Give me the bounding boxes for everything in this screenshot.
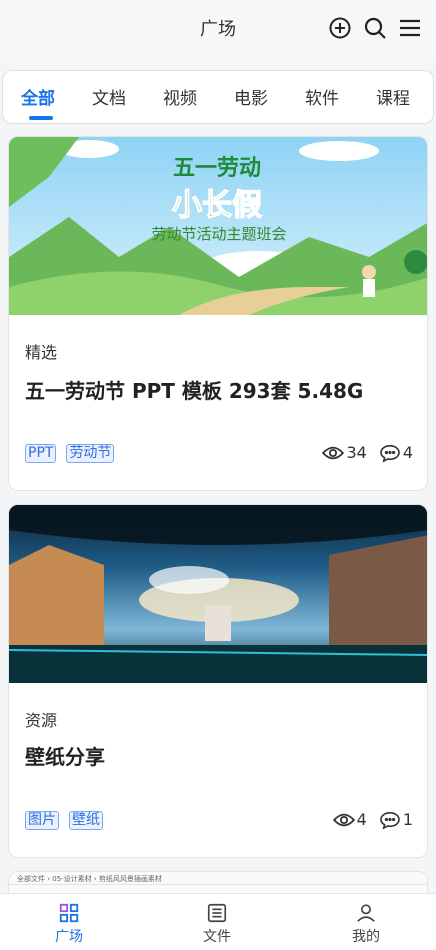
post-cover-image (9, 505, 427, 683)
tabbar-label: 文件 (203, 929, 231, 945)
post-title: 五一劳动节 PPT 模板 293套 5.48G (25, 379, 364, 403)
tab-courses[interactable]: 课程 (376, 84, 410, 109)
tag-chip[interactable]: 图片 (25, 811, 59, 830)
search-icon[interactable] (363, 16, 387, 40)
tag-chip[interactable]: PPT (25, 444, 57, 463)
tabbar-label: 我的 (352, 929, 380, 945)
eye-icon (332, 813, 355, 826)
tabbar-label: 广场 (55, 929, 83, 945)
comment-icon (380, 444, 400, 462)
add-circle-icon[interactable] (328, 16, 352, 40)
tabbar-item-files[interactable]: 文件 (182, 902, 252, 946)
eye-icon (322, 446, 345, 459)
preview-breadcrumb: 全部文件 › 05-设计素材 › 剪纸风风景插画素材 (17, 875, 162, 883)
view-count: 4 (356, 810, 367, 829)
tab-videos[interactable]: 视频 (163, 84, 197, 109)
post-stats: 34 4 (322, 443, 413, 462)
bottom-tab-bar: 广场 文件 我的 (0, 893, 436, 950)
cover-line2: 小长假 (172, 188, 262, 223)
tag-chip[interactable]: 劳动节 (66, 444, 115, 463)
tab-documents[interactable]: 文档 (92, 84, 126, 109)
view-count: 34 (346, 443, 367, 462)
cover-line1: 五一劳动 (173, 155, 261, 180)
post-cover-image: 五一劳动 小长假 劳动节活动主题班会 (9, 137, 427, 315)
comment-icon (380, 811, 400, 829)
grid-icon (59, 903, 79, 923)
comment-count: 4 (402, 443, 413, 462)
post-stats: 4 1 (332, 810, 413, 829)
menu-icon[interactable] (398, 16, 422, 40)
post-category: 资源 (25, 711, 58, 730)
tag-chip[interactable]: 壁纸 (69, 811, 103, 830)
tab-software[interactable]: 软件 (305, 84, 339, 109)
user-icon (357, 904, 375, 922)
tab-all[interactable]: 全部 (21, 84, 55, 109)
tabbar-item-plaza[interactable]: 广场 (34, 902, 104, 946)
top-header: 广场 (0, 0, 436, 58)
category-tabs: 全部 文档 视频 电影 软件 课程 (2, 70, 434, 124)
tabbar-item-me[interactable]: 我的 (331, 902, 401, 946)
post-card[interactable]: 资源 壁纸分享 图片 壁纸 4 1 (8, 504, 428, 858)
file-list-icon (207, 903, 227, 923)
post-category: 精选 (25, 343, 58, 362)
cover-line3: 劳动节活动主题班会 (151, 225, 286, 243)
comment-count: 1 (402, 810, 413, 829)
post-title: 壁纸分享 (25, 745, 105, 769)
tab-movies[interactable]: 电影 (234, 84, 268, 109)
post-card[interactable]: 五一劳动 小长假 劳动节活动主题班会 精选 五一劳动节 PPT 模板 293套 … (8, 136, 428, 491)
active-tab-indicator (29, 116, 53, 120)
